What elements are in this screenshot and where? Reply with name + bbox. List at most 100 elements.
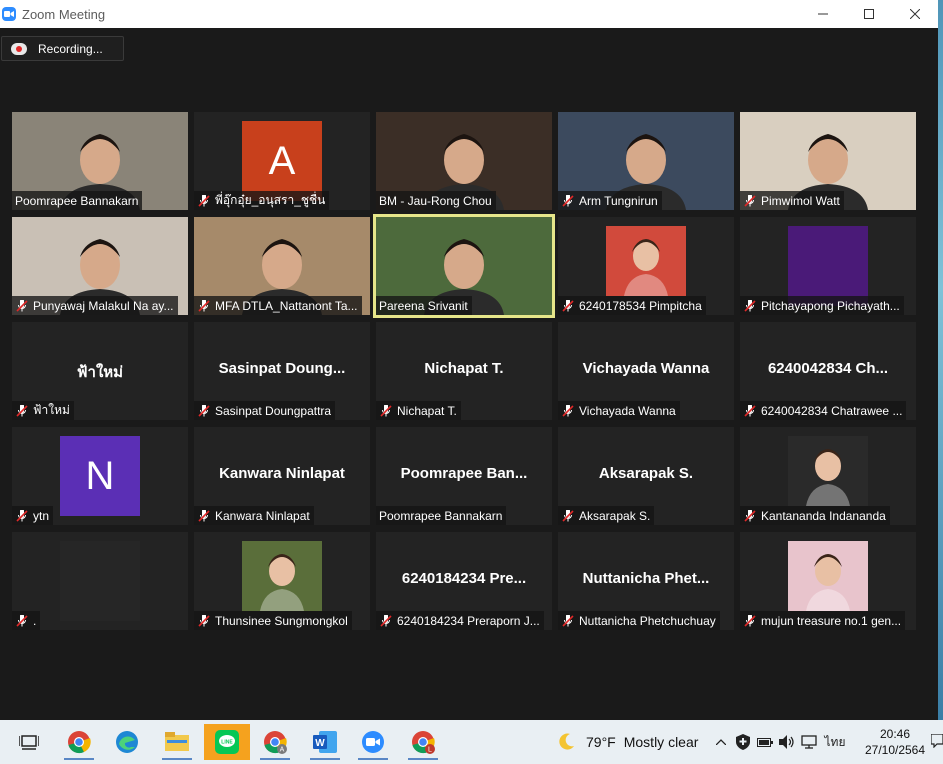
participant-tile[interactable]: Thunsinee Sungmongkol	[194, 532, 370, 630]
participant-name: Pareena Srivanit	[379, 298, 468, 313]
participant-tile[interactable]: Nuttanicha Phet... Nuttanicha Phetchuchua…	[558, 532, 734, 630]
task-view-icon	[19, 735, 39, 750]
participant-nameplate: Thunsinee Sungmongkol	[194, 611, 352, 630]
muted-mic-icon	[743, 509, 757, 523]
zoom-taskbar-button[interactable]	[350, 724, 396, 760]
show-hidden-icons-button[interactable]	[710, 720, 732, 764]
participant-profile-picture	[788, 436, 868, 506]
participant-tile[interactable]: Aksarapak S. Aksarapak S.	[558, 427, 734, 525]
participant-tile[interactable]: Arm Tungnirun	[558, 112, 734, 210]
edge-taskbar-button[interactable]	[104, 724, 150, 760]
close-button[interactable]	[892, 0, 938, 28]
participant-tile[interactable]: Poomrapee Ban... Poomrapee Bannakarn	[376, 427, 552, 525]
participant-display-name: Sasinpat Doung...	[218, 360, 346, 377]
participant-name: Arm Tungnirun	[579, 193, 658, 208]
muted-mic-icon	[197, 194, 211, 208]
participant-avatar: A	[242, 121, 322, 201]
chrome-icon	[68, 731, 91, 754]
participant-display-name: 6240184234 Pre...	[401, 570, 527, 587]
weather-widget[interactable]: 79°F Mostly clear	[556, 728, 698, 756]
participant-tile[interactable]: MFA DTLA_Nattanont Ta...	[194, 217, 370, 315]
participant-tile[interactable]: Pareena Srivanit	[373, 214, 555, 318]
participant-name: Vichayada Wanna	[579, 403, 676, 418]
participant-display-name: Nuttanicha Phet...	[582, 570, 710, 587]
participant-display-name: Nichapat T.	[424, 360, 504, 377]
participant-name: 6240042834 Chatrawee ...	[761, 403, 903, 418]
muted-mic-icon	[197, 614, 211, 628]
participant-tile[interactable]: Vichayada Wanna Vichayada Wanna	[558, 322, 734, 420]
zoom-window: Zoom Meeting Recording... Poomrapee Bann…	[0, 0, 938, 720]
participant-name: mujun treasure no.1 gen...	[761, 613, 902, 628]
participant-tile[interactable]: BM - Jau-Rong Chou	[376, 112, 552, 210]
maximize-button[interactable]	[846, 0, 892, 28]
participant-display-name: 6240042834 Ch...	[767, 360, 889, 377]
participant-tile[interactable]: Sasinpat Doung... Sasinpat Doungpattra	[194, 322, 370, 420]
participant-display-name: Kanwara Ninlapat	[219, 465, 345, 482]
participant-tile[interactable]: .	[12, 532, 188, 630]
file-explorer-taskbar-button[interactable]	[154, 724, 200, 760]
participant-tile[interactable]: Nytn	[12, 427, 188, 525]
muted-mic-icon	[743, 194, 757, 208]
muted-mic-icon	[561, 299, 575, 313]
chrome-profile-l-taskbar-button[interactable]: L	[400, 724, 446, 760]
system-clock[interactable]: 20:46 27/10/2564	[860, 726, 930, 758]
participant-tile[interactable]: 6240184234 Pre... 6240184234 Preraporn J.…	[376, 532, 552, 630]
participant-tile[interactable]: ฟ้าใหม่ ฟ้าใหม่	[12, 322, 188, 420]
participant-tile[interactable]: Nichapat T. Nichapat T.	[376, 322, 552, 420]
security-tray-button[interactable]	[732, 720, 754, 764]
participant-tile[interactable]: Poomrapee Bannakarn	[12, 112, 188, 210]
participant-name: ฟ้าใหม่	[33, 403, 70, 417]
participant-tile[interactable]: Pitchayapong Pichayath...	[740, 217, 916, 315]
title-bar[interactable]: Zoom Meeting	[0, 0, 938, 28]
participant-name: Kantananda Indananda	[761, 508, 886, 523]
recording-indicator[interactable]: Recording...	[1, 36, 124, 61]
participant-nameplate: Arm Tungnirun	[558, 191, 662, 210]
participant-tile[interactable]: 6240178534 Pimpitcha	[558, 217, 734, 315]
participant-nameplate: Pareena Srivanit	[376, 296, 472, 315]
participant-tile[interactable]: Kantananda Indananda	[740, 427, 916, 525]
participant-tile[interactable]: Pimwimol Watt	[740, 112, 916, 210]
participant-display-name: Vichayada Wanna	[582, 360, 710, 377]
participant-name: Punyawaj Malakul Na ay...	[33, 298, 174, 313]
participant-name: Sasinpat Doungpattra	[215, 403, 332, 418]
participant-avatar: N	[60, 436, 140, 516]
battery-tray-button[interactable]	[754, 720, 776, 764]
participant-name: 6240184234 Preraporn J...	[397, 613, 540, 628]
participant-nameplate: Pimwimol Watt	[740, 191, 844, 210]
participant-tile[interactable]: mujun treasure no.1 gen...	[740, 532, 916, 630]
chrome-icon: A	[264, 731, 287, 754]
participant-name: Aksarapak S.	[579, 508, 651, 523]
notification-center-button[interactable]	[930, 733, 943, 750]
volume-tray-button[interactable]	[776, 720, 798, 764]
participant-tile[interactable]: 6240042834 Ch... 6240042834 Chatrawee ...	[740, 322, 916, 420]
participant-name: .	[33, 613, 37, 628]
minimize-button[interactable]	[800, 0, 846, 28]
muted-mic-icon	[379, 614, 393, 628]
muted-mic-icon	[15, 299, 29, 313]
chrome-taskbar-button[interactable]	[56, 724, 102, 760]
line-taskbar-button[interactable]: LINE	[204, 724, 250, 760]
folder-icon	[165, 732, 189, 751]
participant-tile[interactable]: Kanwara Ninlapat Kanwara Ninlapat	[194, 427, 370, 525]
participant-nameplate: Nuttanicha Phetchuchuay	[558, 611, 720, 630]
participant-nameplate: 6240042834 Chatrawee ...	[740, 401, 907, 420]
participant-name: ytn	[33, 508, 50, 523]
participant-nameplate: Poomrapee Bannakarn	[12, 191, 143, 210]
chrome-profile-a-taskbar-button[interactable]: A	[252, 724, 298, 760]
participant-tile[interactable]: A พี่อุ๊กอุ๋ย_อนุสรา_ชูชื่น	[194, 112, 370, 210]
language-indicator[interactable]: ไทย	[820, 720, 850, 764]
participant-name: พี่อุ๊กอุ๋ย_อนุสรา_ชูชื่น	[215, 193, 326, 207]
participant-nameplate: 6240184234 Preraporn J...	[376, 611, 544, 630]
participant-name: Poomrapee Bannakarn	[379, 508, 503, 523]
task-view-button[interactable]	[6, 724, 52, 760]
network-tray-button[interactable]	[798, 720, 820, 764]
participant-nameplate: BM - Jau-Rong Chou	[376, 191, 496, 210]
participant-nameplate: Poomrapee Bannakarn	[376, 506, 507, 525]
participant-tile[interactable]: Punyawaj Malakul Na ay...	[12, 217, 188, 315]
participant-name: MFA DTLA_Nattanont Ta...	[215, 298, 358, 313]
word-taskbar-button[interactable]: W	[302, 724, 348, 760]
muted-mic-icon	[197, 299, 211, 313]
muted-mic-icon	[197, 509, 211, 523]
battery-icon	[757, 738, 773, 747]
weather-temperature: 79°F	[586, 734, 616, 750]
